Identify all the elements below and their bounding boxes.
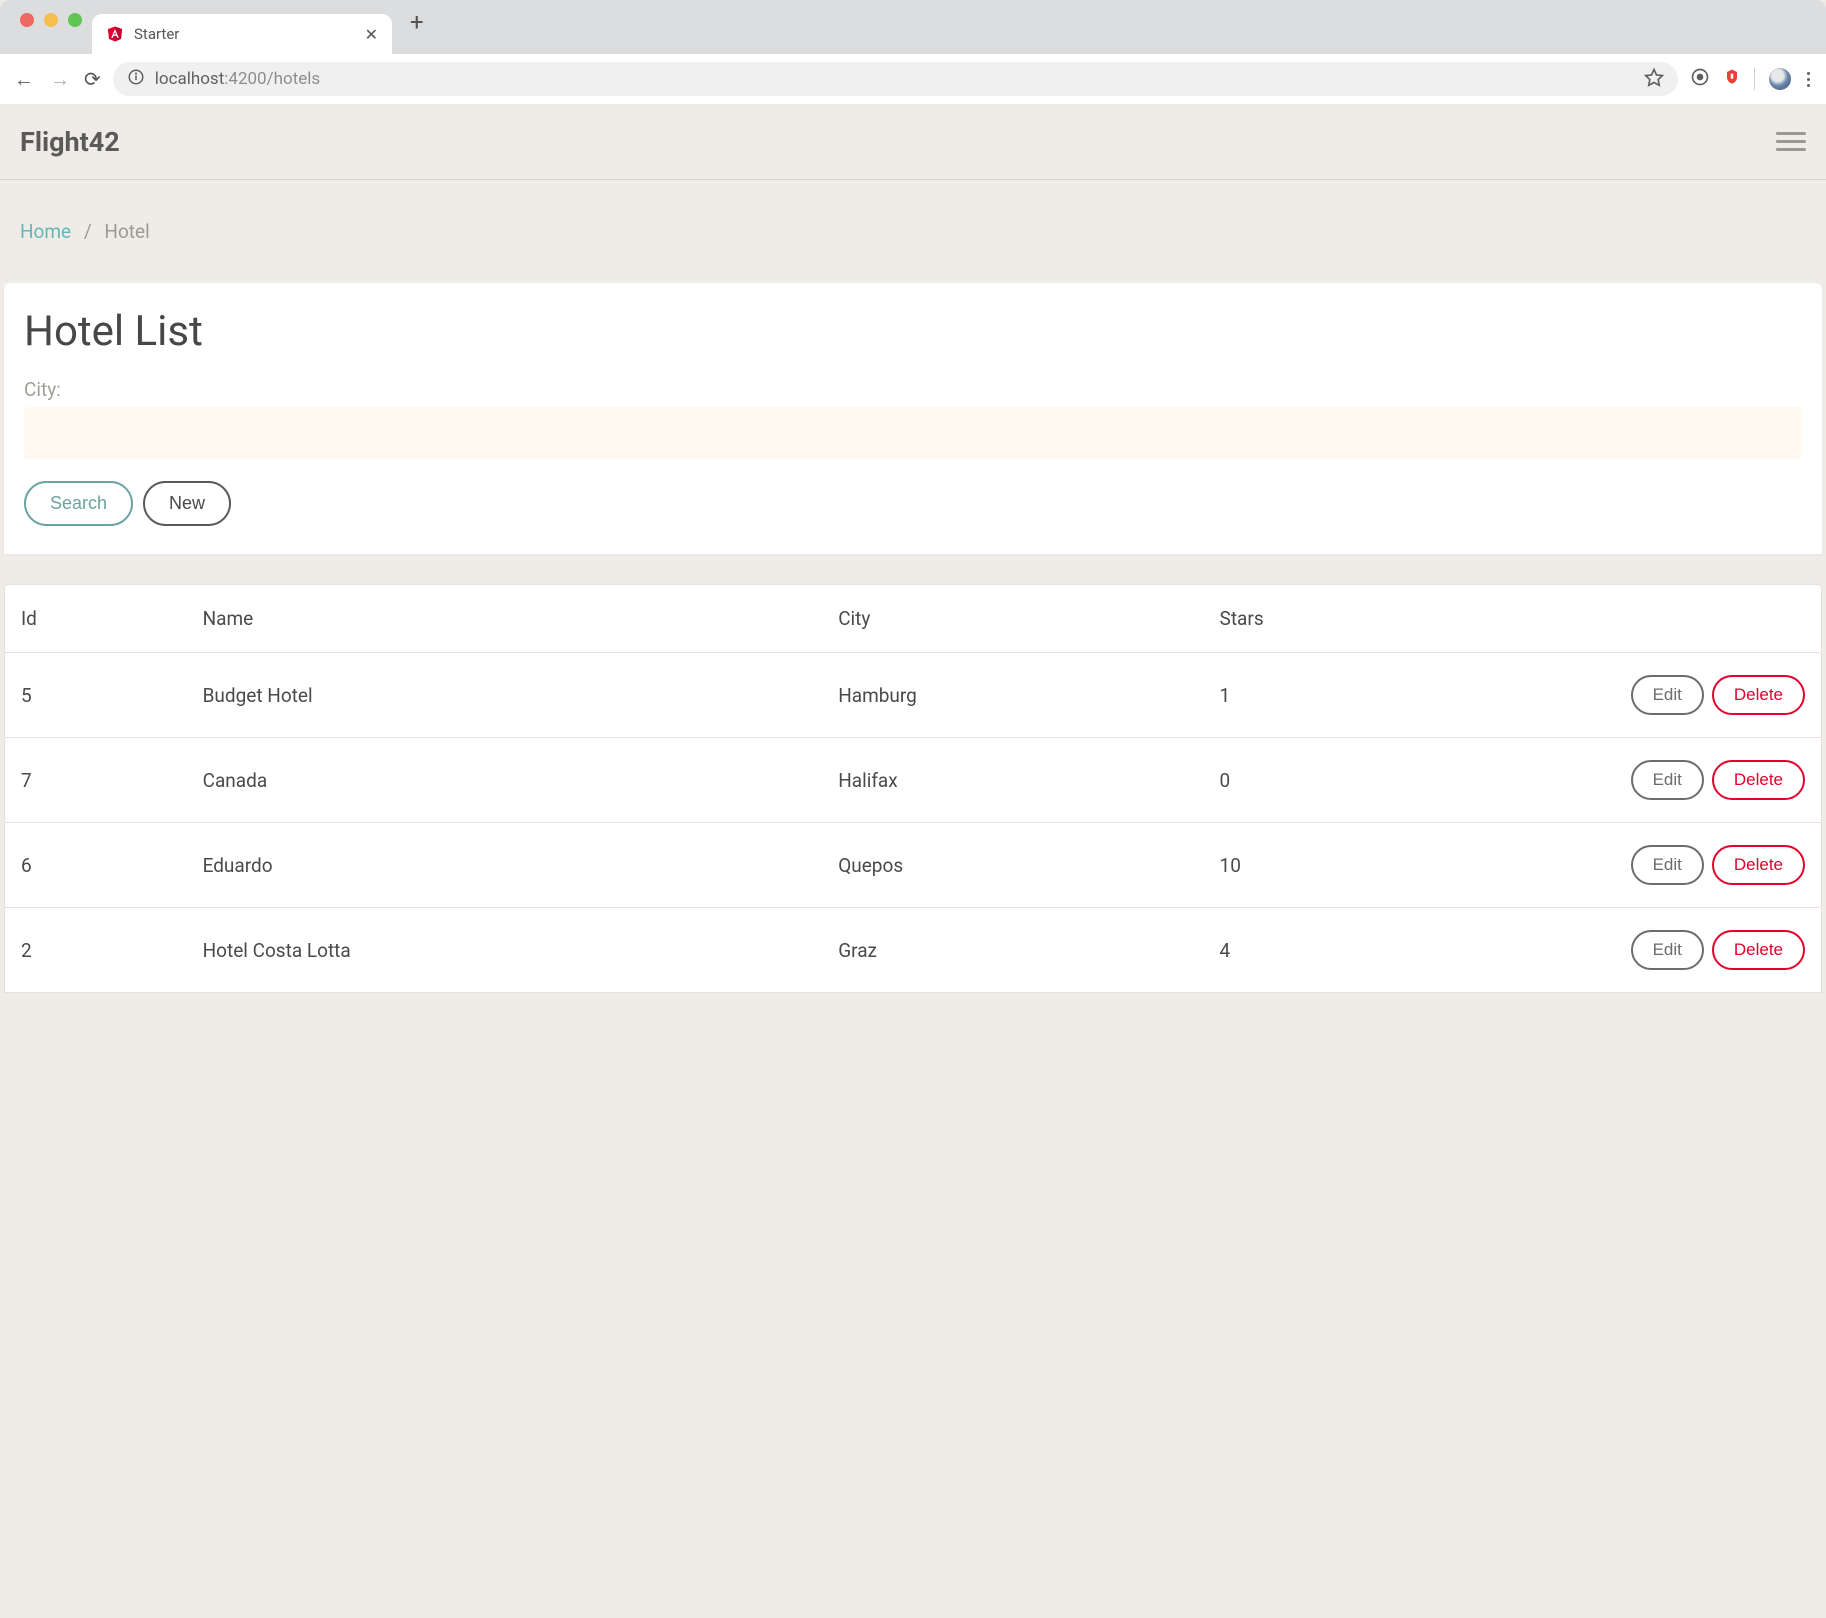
header-name: Name bbox=[187, 585, 823, 653]
browser-tab[interactable]: Starter ✕ bbox=[92, 14, 392, 54]
url-text: localhost:4200/hotels bbox=[155, 69, 1634, 89]
cell-name: Hotel Costa Lotta bbox=[187, 908, 823, 993]
hamburger-menu-button[interactable] bbox=[1776, 132, 1806, 151]
new-button[interactable]: New bbox=[143, 481, 231, 526]
window-controls bbox=[14, 13, 92, 41]
cell-name: Eduardo bbox=[187, 823, 823, 908]
delete-button[interactable]: Delete bbox=[1712, 930, 1805, 970]
cell-actions: EditDelete bbox=[1385, 908, 1821, 993]
edit-button[interactable]: Edit bbox=[1631, 930, 1704, 970]
breadcrumb-current: Hotel bbox=[104, 220, 149, 243]
header-id: Id bbox=[5, 585, 187, 653]
header-actions bbox=[1385, 585, 1821, 653]
button-row: Search New bbox=[24, 481, 1802, 526]
cell-name: Canada bbox=[187, 738, 823, 823]
city-label: City: bbox=[24, 378, 1802, 401]
extension-icon-2[interactable] bbox=[1722, 67, 1742, 92]
tab-strip: Starter ✕ + bbox=[0, 0, 1826, 54]
cell-city: Graz bbox=[822, 908, 1203, 993]
breadcrumb-separator: / bbox=[84, 220, 92, 243]
browser-toolbar: ← → ⟳ localhost:4200/hotels bbox=[0, 54, 1826, 104]
brand-title: Flight42 bbox=[20, 126, 120, 158]
edit-button[interactable]: Edit bbox=[1631, 760, 1704, 800]
app-navbar: Flight42 bbox=[0, 104, 1826, 180]
toolbar-divider bbox=[1754, 68, 1755, 90]
info-icon[interactable] bbox=[127, 68, 145, 91]
tab-title: Starter bbox=[134, 25, 365, 43]
header-stars: Stars bbox=[1204, 585, 1386, 653]
cell-id: 6 bbox=[5, 823, 187, 908]
cell-city: Quepos bbox=[822, 823, 1203, 908]
page-title: Hotel List bbox=[24, 307, 1802, 356]
search-button[interactable]: Search bbox=[24, 481, 133, 526]
breadcrumb-home-link[interactable]: Home bbox=[20, 220, 71, 243]
cell-actions: EditDelete bbox=[1385, 823, 1821, 908]
search-card: Hotel List City: Search New bbox=[4, 283, 1822, 554]
cell-id: 2 bbox=[5, 908, 187, 993]
extension-icon-1[interactable] bbox=[1690, 67, 1710, 92]
cell-actions: EditDelete bbox=[1385, 738, 1821, 823]
edit-button[interactable]: Edit bbox=[1631, 675, 1704, 715]
back-button[interactable]: ← bbox=[12, 67, 36, 92]
delete-button[interactable]: Delete bbox=[1712, 845, 1805, 885]
profile-section bbox=[1754, 68, 1791, 90]
breadcrumb: Home / Hotel bbox=[0, 180, 1826, 283]
cell-actions: EditDelete bbox=[1385, 653, 1821, 738]
cell-name: Budget Hotel bbox=[187, 653, 823, 738]
table-row: 2Hotel Costa LottaGraz4EditDelete bbox=[5, 908, 1821, 993]
angular-icon bbox=[106, 25, 124, 43]
browser-chrome: Starter ✕ + ← → ⟳ localhost:4200/hotels bbox=[0, 0, 1826, 104]
browser-menu-button[interactable] bbox=[1803, 72, 1814, 87]
city-input[interactable] bbox=[24, 407, 1802, 459]
hotel-table: Id Name City Stars 5Budget HotelHamburg1… bbox=[5, 585, 1821, 992]
cell-id: 7 bbox=[5, 738, 187, 823]
close-window-button[interactable] bbox=[20, 13, 34, 27]
results-table-card: Id Name City Stars 5Budget HotelHamburg1… bbox=[4, 584, 1822, 993]
cell-city: Hamburg bbox=[822, 653, 1203, 738]
cell-stars: 1 bbox=[1204, 653, 1386, 738]
app-root: Flight42 Home / Hotel Hotel List City: S… bbox=[0, 104, 1826, 993]
new-tab-button[interactable]: + bbox=[410, 8, 424, 36]
cell-city: Halifax bbox=[822, 738, 1203, 823]
bookmark-star-icon[interactable] bbox=[1644, 67, 1664, 92]
maximize-window-button[interactable] bbox=[68, 13, 82, 27]
forward-button: → bbox=[48, 67, 72, 92]
cell-stars: 0 bbox=[1204, 738, 1386, 823]
table-row: 6EduardoQuepos10EditDelete bbox=[5, 823, 1821, 908]
table-row: 5Budget HotelHamburg1EditDelete bbox=[5, 653, 1821, 738]
cell-id: 5 bbox=[5, 653, 187, 738]
edit-button[interactable]: Edit bbox=[1631, 845, 1704, 885]
close-tab-icon[interactable]: ✕ bbox=[365, 25, 378, 44]
table-row: 7CanadaHalifax0EditDelete bbox=[5, 738, 1821, 823]
address-bar[interactable]: localhost:4200/hotels bbox=[113, 62, 1678, 96]
cell-stars: 4 bbox=[1204, 908, 1386, 993]
table-header-row: Id Name City Stars bbox=[5, 585, 1821, 653]
minimize-window-button[interactable] bbox=[44, 13, 58, 27]
delete-button[interactable]: Delete bbox=[1712, 675, 1805, 715]
profile-avatar[interactable] bbox=[1769, 68, 1791, 90]
delete-button[interactable]: Delete bbox=[1712, 760, 1805, 800]
header-city: City bbox=[822, 585, 1203, 653]
reload-button[interactable]: ⟳ bbox=[84, 67, 101, 91]
cell-stars: 10 bbox=[1204, 823, 1386, 908]
